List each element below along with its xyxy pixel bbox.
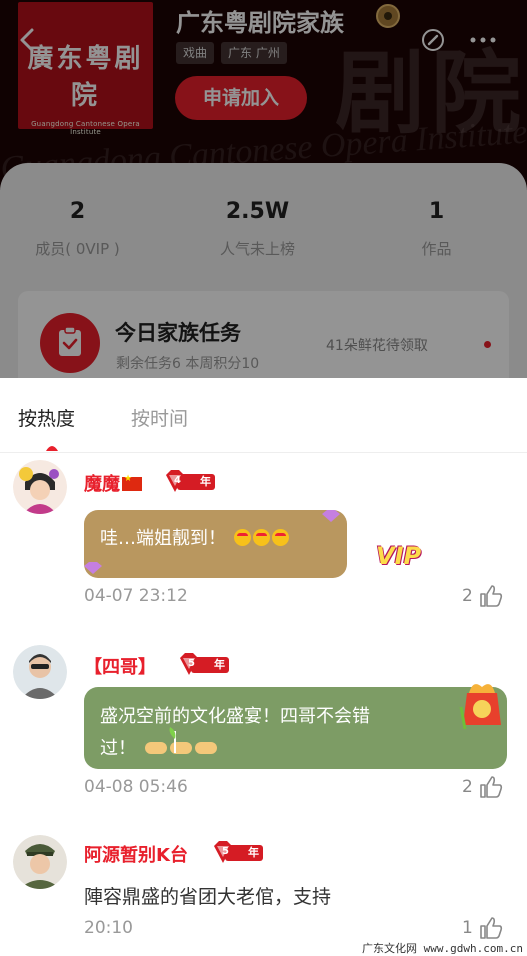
like-button[interactable]: 1 [462,916,514,940]
tab-indicator-icon [46,446,58,451]
like-count: 2 [462,777,473,797]
vip-decoration: VIP [376,542,422,570]
comment-text-line1: 盛况空前的文化盛宴！四哥不会错 [100,706,370,727]
heart-eyes-emoji-icon [252,529,270,546]
comment-text: 哇…端姐靓到！ [100,528,226,549]
tab-sort-time[interactable]: 按时间 [131,404,188,431]
badge-year-number: 5 [222,846,229,857]
lucky-bag-icon [459,684,501,729]
avatar[interactable] [13,460,67,514]
heart-eyes-emoji-icon [233,529,251,546]
thumbs-up-icon [480,917,503,939]
badge-year-number: 5 [188,658,195,669]
clapping-hands-icon [194,742,217,754]
china-flag-icon [122,474,142,491]
gem-decoration-icon [322,510,340,522]
comment-bubble-gold[interactable]: 哇…端姐靓到！ VIP [84,510,421,578]
avatar[interactable] [13,645,67,699]
gem-decoration-icon [84,562,102,574]
comment-username[interactable]: 【四哥】 [84,653,156,679]
clapping-hands-icon [144,742,167,754]
comment-text-line2: 过！ [100,738,136,759]
comment-bubble-green[interactable]: 盛况空前的文化盛宴！四哥不会错 过！ [84,684,507,769]
comment-timestamp: 04-07 23:12 [84,586,188,606]
emoji-group [232,525,289,557]
leaf-decoration-icon [169,727,176,753]
thumbs-up-icon [480,776,503,798]
thumbs-up-icon [480,585,503,607]
badge-year-number: 4 [174,475,181,486]
avatar[interactable] [13,835,67,889]
tab-sort-hot[interactable]: 按热度 [18,404,75,431]
like-count: 2 [462,586,473,606]
comment-timestamp: 04-08 05:46 [84,777,188,797]
member-years-badge: 年 5 [211,841,265,863]
member-years-badge: 年 5 [177,653,231,675]
comment-text: 陣容鼎盛的省团大老倌，支持 [84,886,332,908]
tabs-divider [0,452,527,453]
site-watermark: 广东文化网 www.gdwh.com.cn [362,940,523,956]
member-years-badge: 年 4 [163,470,217,492]
comment-username[interactable]: 阿源暂别K台 [84,841,188,867]
heart-eyes-emoji-icon [271,529,289,546]
comment-timestamp: 20:10 [84,918,133,938]
like-count: 1 [462,918,473,938]
comment-username-text: 魔魔 [84,474,120,495]
comment-username[interactable]: 魔魔 [84,470,142,496]
comment-sheet: 按热度 按时间 魔魔 年 4 哇…端姐靓到！ [0,378,527,956]
modal-backdrop[interactable] [0,0,527,378]
like-button[interactable]: 2 [462,584,514,608]
like-button[interactable]: 2 [462,775,514,799]
